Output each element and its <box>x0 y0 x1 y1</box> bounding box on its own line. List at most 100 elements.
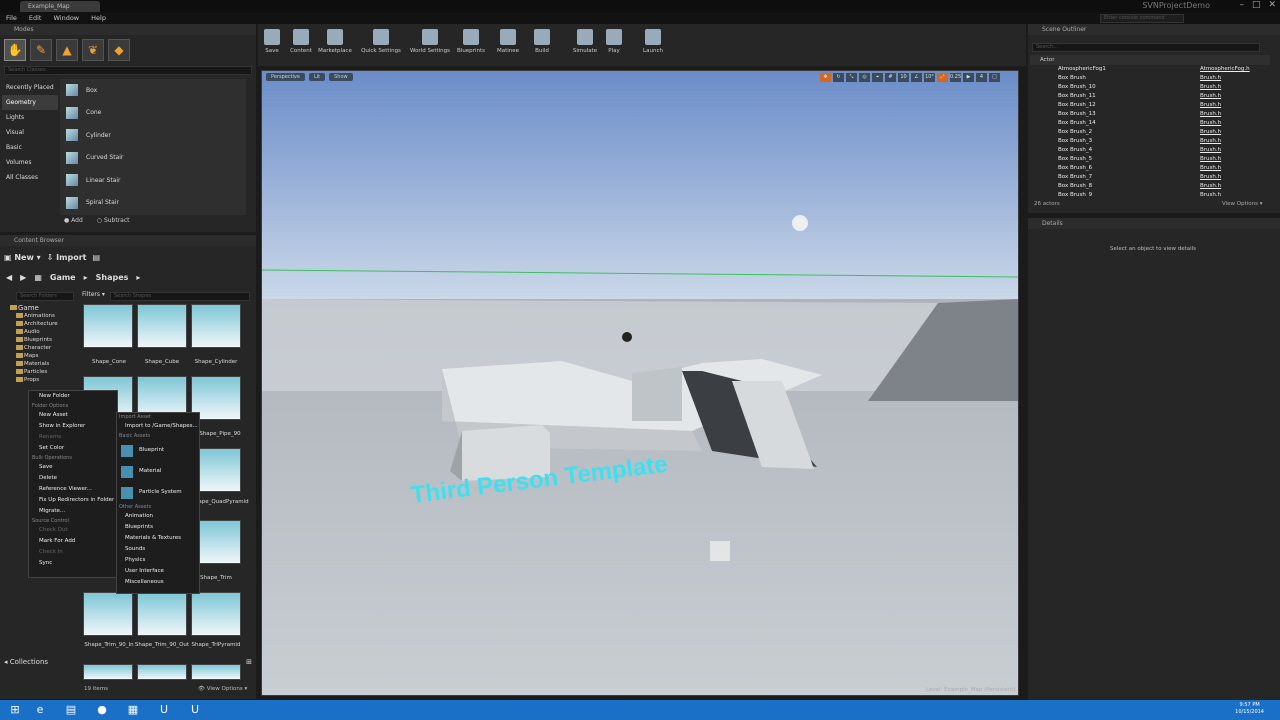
actor-row[interactable]: AtmosphericFog1 AtmosphericFog.h <box>1030 66 1270 75</box>
submenu-item[interactable]: Animation <box>117 511 199 522</box>
actor-type-link[interactable]: Brush.h <box>1200 102 1221 111</box>
minimize-icon[interactable]: – <box>1239 0 1244 10</box>
filters-button[interactable]: Filters ▾ <box>82 291 105 298</box>
context-menu-item[interactable]: New Asset <box>29 410 117 421</box>
actor-type-link[interactable]: Brush.h <box>1200 156 1221 165</box>
submenu-item[interactable]: Import to /Game/Shapes... <box>117 421 199 432</box>
toolbar-world-settings-button[interactable]: World Settings <box>408 29 452 54</box>
show-button[interactable]: Show <box>329 73 353 81</box>
context-menu-item[interactable]: Delete <box>29 473 117 484</box>
grid-snap-value[interactable]: 10 <box>898 73 909 82</box>
actor-type-link[interactable]: Brush.h <box>1200 93 1221 102</box>
context-menu-item[interactable]: Mark For Add <box>29 536 117 547</box>
tree-folder[interactable]: Maps <box>4 352 78 360</box>
actor-type-link[interactable]: AtmosphericFog.h <box>1200 66 1250 75</box>
actor-type-link[interactable]: Brush.h <box>1200 138 1221 147</box>
actor-type-link[interactable]: Brush.h <box>1200 147 1221 156</box>
windows-start-icon[interactable]: ⊞ <box>6 702 24 718</box>
context-menu-item[interactable]: Save <box>29 462 117 473</box>
menu-window[interactable]: Window <box>53 12 79 24</box>
camera-speed-icon[interactable]: ▶ <box>963 73 974 82</box>
unreal-editor-icon[interactable]: U <box>155 702 173 718</box>
context-menu-item[interactable]: Check Out <box>29 525 117 536</box>
ie-icon[interactable]: e <box>31 702 49 718</box>
rotate-icon[interactable]: ↻ <box>833 73 844 82</box>
menu-edit[interactable]: Edit <box>29 12 42 24</box>
asset-tile[interactable] <box>191 304 241 348</box>
actor-row[interactable]: Box Brush_3 Brush.h <box>1030 138 1270 147</box>
category-recently-placed[interactable]: Recently Placed <box>2 80 58 95</box>
forward-icon[interactable]: ▶ <box>20 273 26 282</box>
category-all-classes[interactable]: All Classes <box>2 170 58 185</box>
submenu-item[interactable]: Miscellaneous <box>117 577 199 588</box>
submenu-item[interactable]: Sounds <box>117 544 199 555</box>
view-options-button[interactable]: 👁 View Options ▾ <box>198 686 247 692</box>
actor-type-link[interactable]: Brush.h <box>1200 120 1221 129</box>
category-geometry[interactable]: Geometry <box>2 95 58 110</box>
actor-type-link[interactable]: Brush.h <box>1200 111 1221 120</box>
maximize-icon[interactable]: □ <box>1252 0 1261 10</box>
world-icon[interactable]: ◎ <box>859 73 870 82</box>
context-menu-item[interactable]: Check In <box>29 547 117 558</box>
tree-root-game[interactable]: Game <box>4 304 78 312</box>
toolbar-marketplace-button[interactable]: Marketplace <box>315 29 355 54</box>
tree-folder[interactable]: Animations <box>4 312 78 320</box>
geometry-mode-icon[interactable]: ◆ <box>108 39 130 61</box>
shape-item-cylinder[interactable]: Cylinder <box>60 124 246 147</box>
outliner-column-header[interactable]: Actor <box>1030 55 1270 65</box>
toolbar-blueprints-button[interactable]: Blueprints <box>451 29 491 54</box>
tree-folder[interactable]: Blueprints <box>4 336 78 344</box>
rotation-snap-icon[interactable]: ∠ <box>911 73 922 82</box>
search-classes-input[interactable]: Search Classes <box>4 66 252 75</box>
actor-row[interactable]: Box Brush Brush.h <box>1030 75 1270 84</box>
submenu-item[interactable]: Material <box>117 461 199 482</box>
back-icon[interactable]: ◀ <box>6 273 12 282</box>
map-tab[interactable]: Example_Map <box>20 1 100 12</box>
asset-tile[interactable] <box>83 304 133 348</box>
toolbar-quick-settings-button[interactable]: Quick Settings <box>359 29 403 54</box>
actor-row[interactable]: Box Brush_13 Brush.h <box>1030 111 1270 120</box>
crumb-shapes[interactable]: Shapes <box>96 273 129 282</box>
tree-folder[interactable]: Architecture <box>4 320 78 328</box>
context-menu-item[interactable]: Migrate... <box>29 506 117 517</box>
submenu-item[interactable]: Blueprints <box>117 522 199 533</box>
actor-row[interactable]: Box Brush_11 Brush.h <box>1030 93 1270 102</box>
submenu-item[interactable]: Materials & Textures <box>117 533 199 544</box>
network-app-icon[interactable]: ▦ <box>124 702 142 718</box>
landscape-mode-icon[interactable]: ▲ <box>56 39 78 61</box>
subtract-radio[interactable]: ○ Subtract <box>97 217 130 224</box>
actor-row[interactable]: Box Brush_7 Brush.h <box>1030 174 1270 183</box>
search-folders-input[interactable]: Search Folders <box>16 292 74 301</box>
actor-row[interactable]: Box Brush_4 Brush.h <box>1030 147 1270 156</box>
actor-type-link[interactable]: Brush.h <box>1200 75 1221 84</box>
submenu-item[interactable]: Particle System <box>117 482 199 503</box>
place-mode-icon[interactable]: ✋ <box>4 39 26 61</box>
actor-row[interactable]: Box Brush_8 Brush.h <box>1030 183 1270 192</box>
shape-item-linear-stair[interactable]: Linear Stair <box>60 169 246 192</box>
submenu-item[interactable]: User Interface <box>117 566 199 577</box>
context-menu-item[interactable]: New Folder <box>29 391 117 402</box>
toolbar-play-button[interactable]: Play <box>594 29 634 54</box>
close-icon[interactable]: ✕ <box>1268 0 1276 10</box>
foliage-mode-icon[interactable]: ❦ <box>82 39 104 61</box>
grid-icon[interactable]: # <box>885 73 896 82</box>
translate-icon[interactable]: ✥ <box>820 73 831 82</box>
actor-type-link[interactable]: Brush.h <box>1200 192 1221 197</box>
actor-row[interactable]: Box Brush_9 Brush.h <box>1030 192 1270 197</box>
shape-item-curved-stair[interactable]: Curved Stair <box>60 147 246 170</box>
menu-file[interactable]: File <box>6 12 17 24</box>
actor-type-link[interactable]: Brush.h <box>1200 129 1221 138</box>
shape-item-box[interactable]: Box <box>60 79 246 102</box>
context-menu-item[interactable]: Set Color <box>29 443 117 454</box>
actor-row[interactable]: Box Brush_10 Brush.h <box>1030 84 1270 93</box>
toolbar-build-button[interactable]: Build <box>522 29 562 54</box>
new-button[interactable]: ▣ New ▾ <box>4 253 41 262</box>
scale-icon[interactable]: ⤡ <box>846 73 857 82</box>
save-all-icon[interactable]: ▤ <box>92 253 100 262</box>
context-menu-item[interactable]: Rename <box>29 432 117 443</box>
menu-help[interactable]: Help <box>91 12 106 24</box>
category-lights[interactable]: Lights <box>2 110 58 125</box>
context-menu-item[interactable]: Show in Explorer <box>29 421 117 432</box>
category-volumes[interactable]: Volumes <box>2 155 58 170</box>
add-collection-icon[interactable]: ⊞ <box>246 658 252 666</box>
